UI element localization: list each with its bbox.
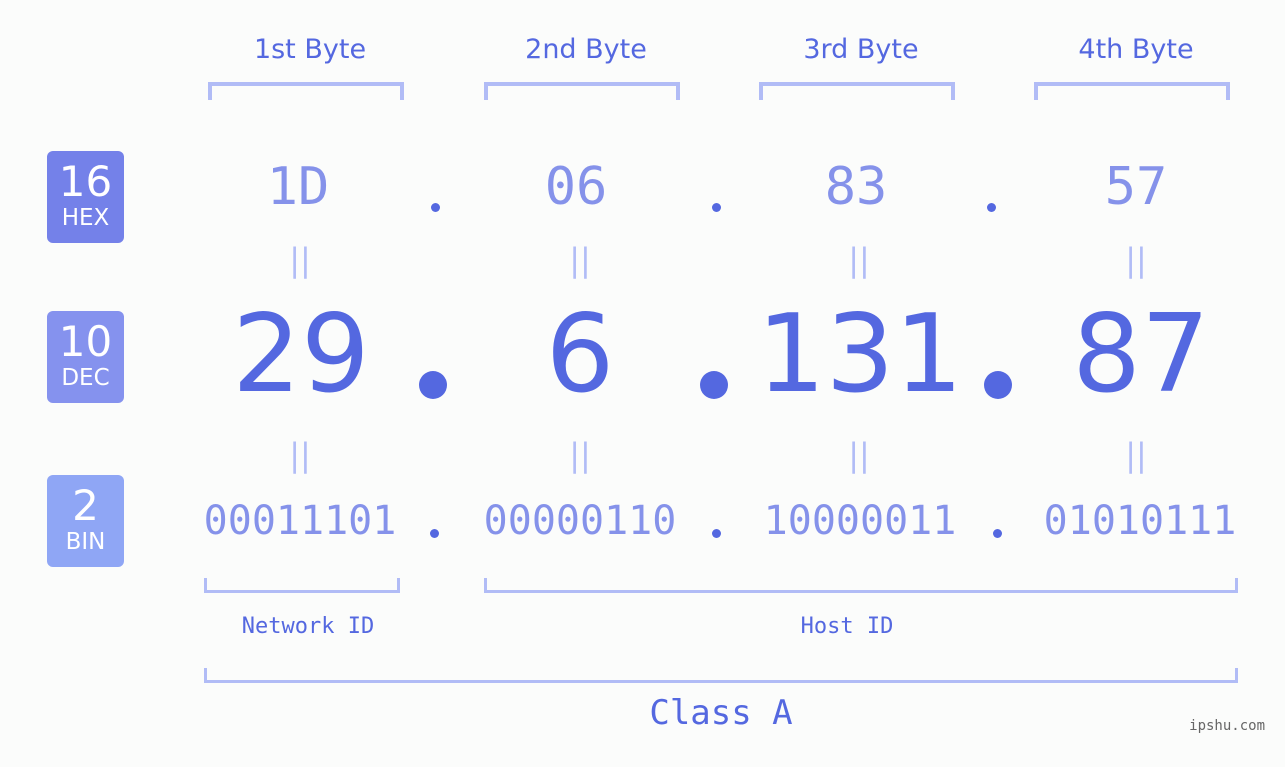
dec-value-3: 131: [756, 292, 964, 417]
bin-badge: 2 BIN: [47, 475, 124, 567]
bin-value-2: 00000110: [483, 498, 677, 544]
bin-value-3: 10000011: [763, 498, 957, 544]
dec-separator-dot: [984, 371, 1012, 399]
bin-separator-dot: [712, 529, 721, 538]
byte-label-4: 4th Byte: [1078, 34, 1194, 65]
bin-base-label: BIN: [65, 529, 106, 555]
byte-label-3: 3rd Byte: [803, 34, 919, 65]
equals-symbol: ||: [848, 241, 870, 279]
dec-badge: 10 DEC: [47, 311, 124, 403]
dec-base-label: DEC: [61, 365, 110, 391]
hex-base-label: HEX: [61, 205, 110, 231]
byte-bracket-1: [208, 82, 404, 100]
equals-symbol: ||: [1125, 436, 1147, 474]
hex-badge: 16 HEX: [47, 151, 124, 243]
bin-base-number: 2: [72, 481, 99, 530]
byte-label-1: 1st Byte: [253, 34, 367, 65]
byte-label-2: 2nd Byte: [525, 34, 647, 65]
dec-value-2: 6: [545, 292, 615, 417]
hex-value-1: 1D: [266, 157, 330, 217]
hex-value-4: 57: [1104, 157, 1168, 217]
equals-symbol: ||: [848, 436, 870, 474]
network-id-label: Network ID: [241, 614, 375, 639]
equals-symbol: ||: [289, 436, 311, 474]
dec-value-1: 29: [232, 292, 370, 417]
equals-symbol: ||: [569, 436, 591, 474]
bin-separator-dot: [430, 529, 439, 538]
byte-bracket-2: [484, 82, 680, 100]
dec-separator-dot: [700, 371, 728, 399]
bin-value-4: 01010111: [1043, 498, 1237, 544]
equals-symbol: ||: [289, 241, 311, 279]
hex-separator-dot: [987, 203, 996, 212]
dec-value-4: 87: [1072, 292, 1210, 417]
dec-base-number: 10: [58, 317, 113, 366]
hex-value-3: 83: [824, 157, 888, 217]
class-bracket: [204, 668, 1238, 683]
dec-separator-dot: [419, 371, 447, 399]
host-id-label: Host ID: [800, 614, 894, 639]
watermark: ipshu.com: [1189, 718, 1265, 734]
network-id-bracket: [204, 578, 400, 593]
hex-separator-dot: [431, 203, 440, 212]
bin-value-1: 00011101: [203, 498, 397, 544]
hex-value-2: 06: [544, 157, 608, 217]
byte-bracket-4: [1034, 82, 1230, 100]
equals-symbol: ||: [1125, 241, 1147, 279]
hex-base-number: 16: [58, 157, 113, 206]
bin-separator-dot: [993, 529, 1002, 538]
byte-bracket-3: [759, 82, 955, 100]
hex-separator-dot: [712, 203, 721, 212]
ip-class-label: Class A: [649, 693, 793, 733]
host-id-bracket: [484, 578, 1238, 593]
equals-symbol: ||: [569, 241, 591, 279]
